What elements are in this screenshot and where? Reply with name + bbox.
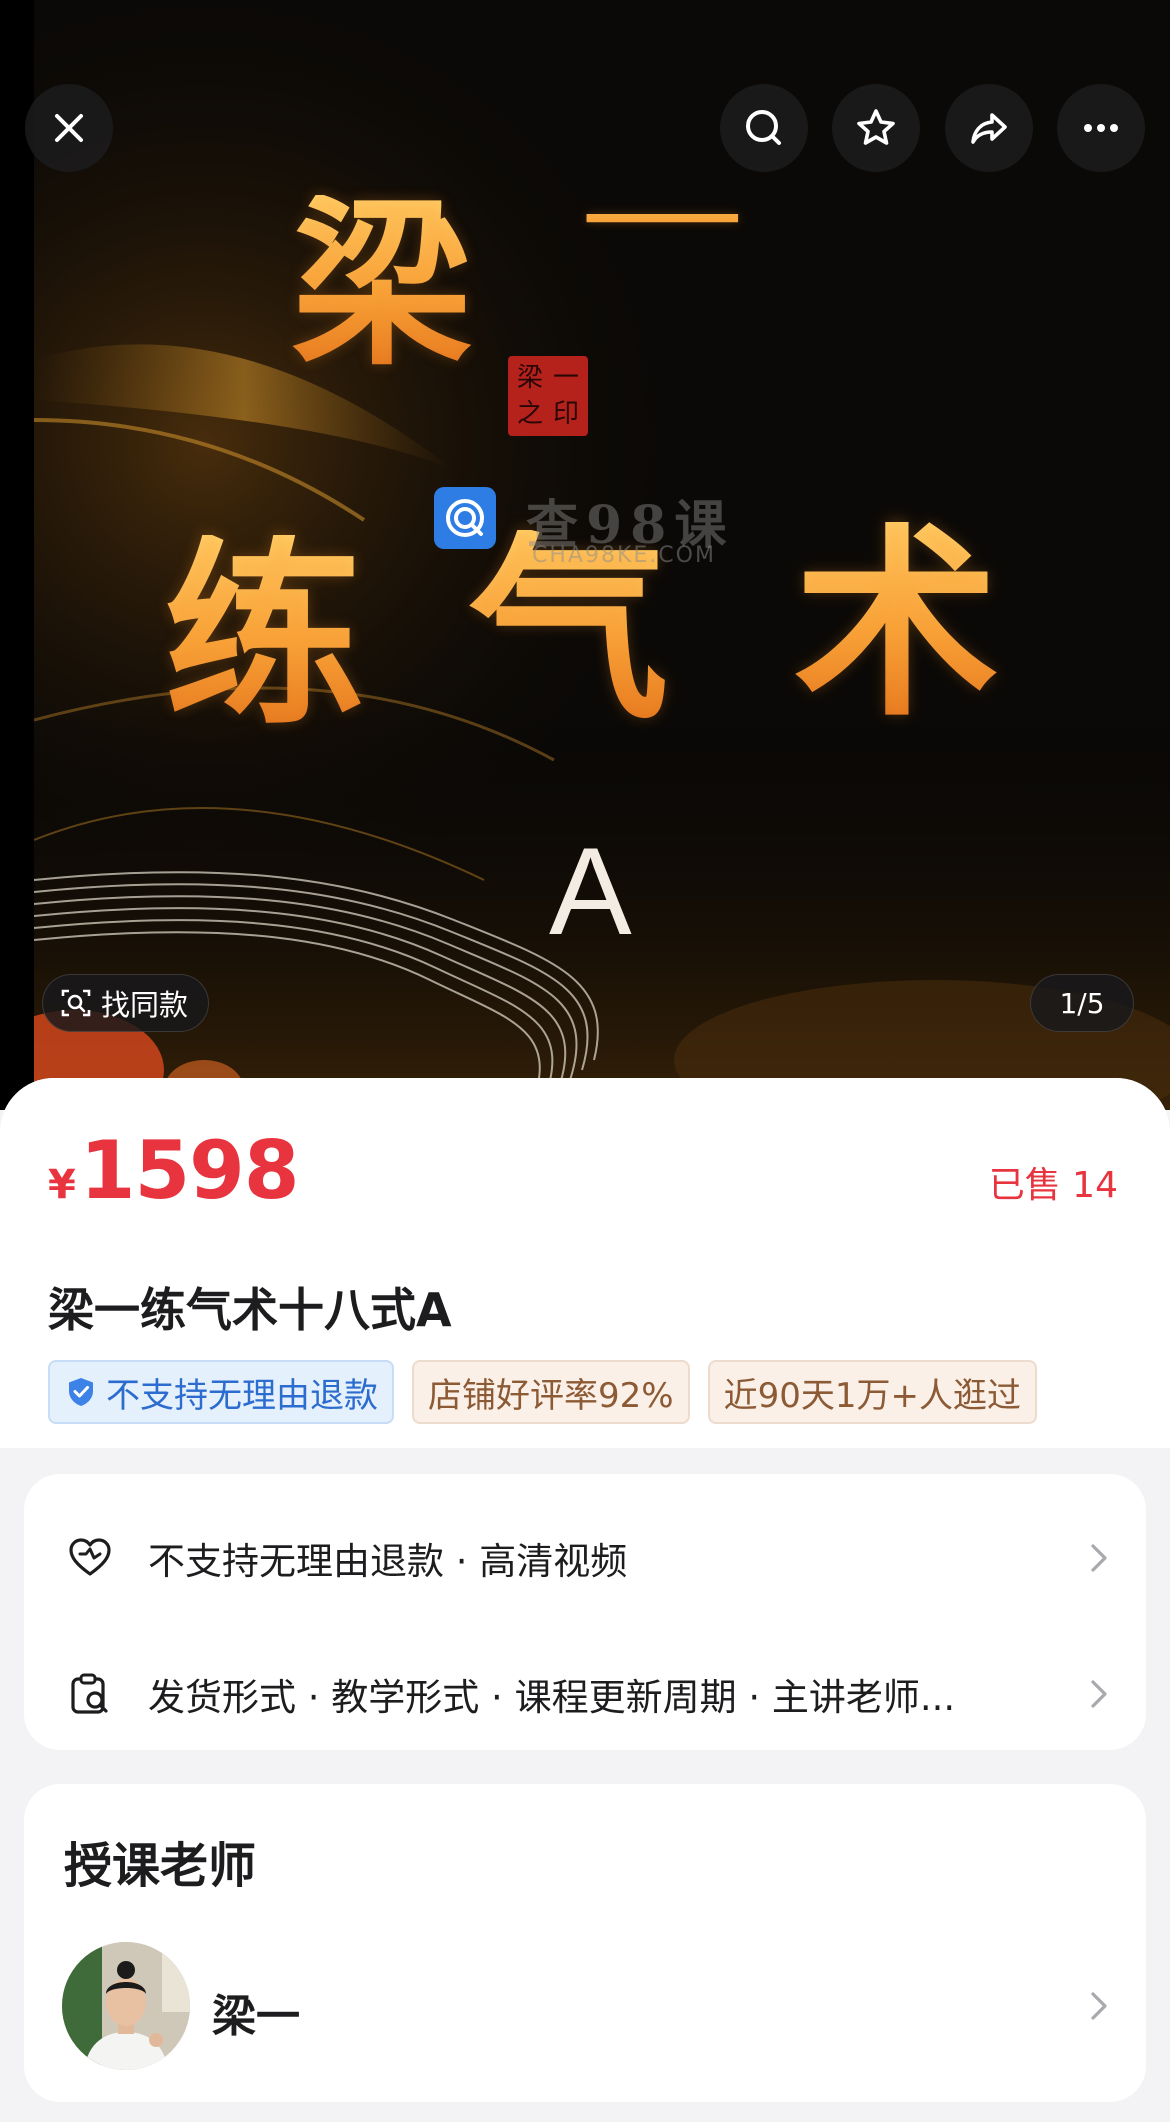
find-same-label: 找同款 [101, 988, 189, 1022]
calligraphy-char: 一 [582, 178, 743, 264]
calligraphy-char: 梁 [292, 179, 473, 390]
seal-char: 一 [552, 363, 579, 393]
carousel-page-indicator: 1/5 [1030, 974, 1134, 1032]
product-detail-sheet: ¥ 1598 已售 14 梁一练气术十八式A 不支持无理由退款 店铺好评率92%… [0, 1078, 1170, 2122]
price-currency: ¥ [48, 1162, 76, 1208]
product-title: 梁一练气术十八式A [48, 1283, 452, 1337]
watermark: 查98课 CHA98KE.COM [434, 485, 794, 575]
search-icon [746, 110, 781, 145]
service-guarantee-row[interactable]: 不支持无理由退款 · 高清视频 [24, 1498, 1146, 1618]
chevron-right-icon [1091, 1992, 1107, 2020]
seal-char: 印 [552, 399, 579, 429]
favorite-button[interactable] [832, 84, 920, 172]
tag-visitors[interactable]: 近90天1万+人逛过 [707, 1360, 1037, 1424]
more-icon [1084, 124, 1118, 132]
course-params-row[interactable]: 发货形式 · 教学形式 · 课程更新周期 · 主讲老师... [24, 1634, 1146, 1754]
heart-guarantee-icon [69, 1538, 111, 1576]
shield-check-icon [69, 1378, 93, 1406]
seal-char: 之 [516, 399, 543, 429]
price-title-section: ¥ 1598 已售 14 梁一练气术十八式A 不支持无理由退款 店铺好评率92%… [0, 1078, 1170, 1448]
teacher-name: 梁一 [212, 1991, 300, 2042]
more-button[interactable] [1057, 84, 1145, 172]
chevron-right-icon [1091, 1680, 1107, 1708]
share-button[interactable] [945, 84, 1033, 172]
image-search-icon [61, 989, 91, 1017]
price-value: 1598 [79, 1124, 300, 1217]
cover-letter: A [549, 823, 632, 961]
close-icon [55, 114, 83, 142]
watermark-logo-icon [434, 487, 496, 549]
red-seal-stamp: 梁 一 之 印 [508, 356, 588, 436]
teacher-avatar [62, 1942, 190, 2070]
sold-count: 已售 14 [988, 1165, 1118, 1206]
product-image-carousel[interactable]: 梁 一 练 气 术 梁 一 之 印 A 查98课 CHA98KE.COM 找同款… [0, 0, 1170, 1110]
service-guarantee-text: 不支持无理由退款 · 高清视频 [148, 1540, 628, 1583]
tag-label: 近90天1万+人逛过 [723, 1375, 1021, 1416]
clipboard-search-icon [71, 1673, 108, 1714]
tag-store-rating[interactable]: 店铺好评率92% [412, 1360, 690, 1424]
tag-refund-policy[interactable]: 不支持无理由退款 [48, 1360, 394, 1424]
tag-label: 不支持无理由退款 [106, 1375, 378, 1416]
calligraphy-char: 术 [794, 504, 999, 744]
calligraphy-char: 练 [164, 517, 365, 752]
teacher-item[interactable]: 梁一 [24, 1942, 1146, 2072]
find-same-button[interactable]: 找同款 [42, 974, 210, 1032]
product-tags: 不支持无理由退款 店铺好评率92% 近90天1万+人逛过 [48, 1360, 1122, 1426]
share-icon [971, 113, 1007, 144]
teacher-section-title: 授课老师 [64, 1838, 257, 1894]
course-params-text: 发货形式 · 教学形式 · 课程更新周期 · 主讲老师... [148, 1676, 956, 1719]
teacher-card: 授课老师 梁一 [24, 1784, 1146, 2102]
close-button[interactable] [25, 84, 113, 172]
tag-label: 店铺好评率92% [428, 1375, 674, 1416]
service-info-card: 不支持无理由退款 · 高清视频 发货形式 · 教学形式 · 课程更新周期 · 主… [24, 1474, 1146, 1750]
seal-char: 梁 [516, 363, 543, 393]
price: ¥ 1598 [48, 1124, 299, 1217]
star-icon [857, 109, 895, 145]
search-button[interactable] [720, 84, 808, 172]
chevron-right-icon [1091, 1544, 1107, 1572]
watermark-subtext: CHA98KE.COM [532, 543, 716, 568]
